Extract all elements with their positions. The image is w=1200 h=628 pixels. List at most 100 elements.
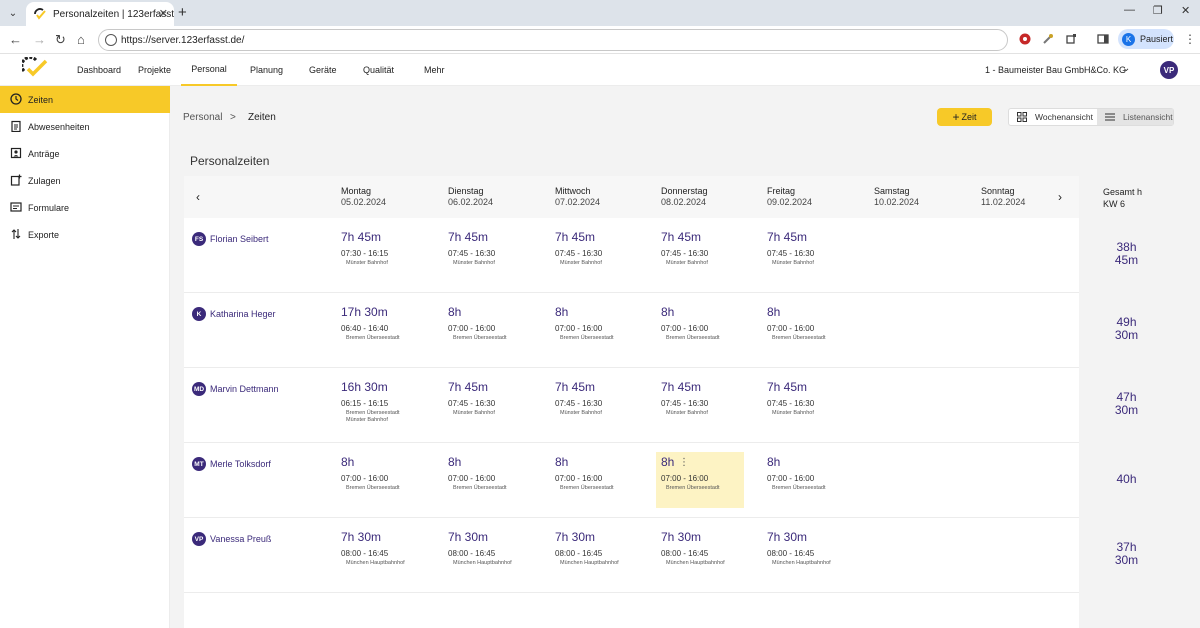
forward-icon[interactable]: → bbox=[33, 32, 46, 47]
restore-icon[interactable]: ❐ bbox=[1153, 4, 1163, 17]
entry-location-line: Münster Bahnhof bbox=[453, 260, 495, 266]
entry-time-range: 07:00 - 16:00 bbox=[341, 474, 389, 483]
entry-location-line: Münster Bahnhof bbox=[346, 260, 388, 266]
sidebar-item-antraege[interactable]: Anträge bbox=[0, 140, 170, 167]
nav-planung[interactable]: Planung bbox=[250, 54, 283, 86]
time-entry-cell[interactable]: 17h 30m 06:40 - 16:40 Bremen Überseestadt bbox=[336, 293, 424, 368]
entry-location: Münster Bahnhof bbox=[453, 410, 495, 417]
breadcrumb-personal[interactable]: Personal bbox=[183, 112, 222, 123]
close-window-icon[interactable]: ✕ bbox=[1181, 4, 1190, 17]
entry-location-line: Bremen Überseestadt bbox=[666, 335, 720, 341]
next-week-icon[interactable]: › bbox=[1058, 190, 1062, 204]
time-entry-cell[interactable]: 7h 45m 07:45 - 16:30 Münster Bahnhof bbox=[550, 218, 638, 293]
time-entry-cell[interactable]: 16h 30m 06:15 - 16:15 Bremen Überseestadt M… bbox=[336, 368, 424, 443]
time-entry-cell[interactable]: 7h 30m 08:00 - 16:45 München Hauptbahnhof bbox=[443, 518, 531, 593]
time-entry-cell[interactable]: 7h 45m 07:45 - 16:30 Münster Bahnhof bbox=[443, 218, 531, 293]
week-view-label: Wochenansicht bbox=[1035, 112, 1093, 122]
chevron-down-icon[interactable]: ⌄ bbox=[1122, 63, 1130, 74]
entry-location: Bremen Überseestadt bbox=[453, 485, 507, 492]
entry-location: München Hauptbahnhof bbox=[453, 560, 512, 567]
site-info-icon[interactable] bbox=[105, 34, 117, 46]
new-tab-icon[interactable]: + bbox=[178, 4, 187, 21]
sidebar-item-label: Exporte bbox=[28, 229, 60, 240]
time-entry-cell[interactable]: 8h 07:00 - 16:00 Bremen Überseestadt bbox=[762, 293, 850, 368]
nav-geraete[interactable]: Geräte bbox=[309, 54, 337, 86]
side-panel-icon[interactable] bbox=[1097, 33, 1109, 45]
sidebar-item-abwesenheiten[interactable]: Abwesenheiten bbox=[0, 113, 170, 140]
total-minutes: 45m bbox=[1114, 253, 1139, 267]
entry-location-line: Bremen Überseestadt bbox=[453, 485, 507, 491]
entry-hours: 8h bbox=[341, 455, 355, 469]
employee-row: VP Vanessa Preuß 7h 30m 08:00 - 16:45 Münche… bbox=[184, 518, 1079, 593]
browser-tab[interactable]: Personalzeiten | 123erfasst ✕ bbox=[26, 2, 174, 26]
entry-location: Münster Bahnhof bbox=[346, 260, 388, 267]
time-entry-cell[interactable]: 7h 30m 08:00 - 16:45 München Hauptbahnhof bbox=[550, 518, 638, 593]
employee-name-link[interactable]: Florian Seibert bbox=[210, 234, 269, 244]
time-entry-cell[interactable]: 7h 45m 07:45 - 16:30 Münster Bahnhof bbox=[656, 218, 744, 293]
entry-location-line: Bremen Überseestadt bbox=[772, 335, 826, 341]
time-entry-cell[interactable]: 7h 45m 07:45 - 16:30 Münster Bahnhof bbox=[550, 368, 638, 443]
back-icon[interactable]: ← bbox=[9, 32, 22, 47]
employee-name-link[interactable]: Marvin Dettmann bbox=[210, 384, 279, 394]
time-entry-cell[interactable]: 7h 45m 07:45 - 16:30 Münster Bahnhof bbox=[762, 368, 850, 443]
minimize-icon[interactable]: — bbox=[1124, 4, 1135, 16]
nav-dashboard[interactable]: Dashboard bbox=[77, 54, 121, 86]
time-entry-cell[interactable]: 7h 30m 08:00 - 16:45 München Hauptbahnhof bbox=[336, 518, 424, 593]
time-entry-cell[interactable]: 8h 07:00 - 16:00 Bremen Überseestadt bbox=[443, 293, 531, 368]
time-entry-cell[interactable]: 8h 07:00 - 16:00 Bremen Überseestadt bbox=[336, 443, 424, 518]
reload-icon[interactable]: ↻ bbox=[55, 32, 66, 48]
sidebar-item-exporte[interactable]: Exporte bbox=[0, 221, 170, 248]
browser-menu-icon[interactable]: ⋮ bbox=[1184, 32, 1196, 46]
entry-time-range: 07:45 - 16:30 bbox=[767, 399, 815, 408]
time-entry-cell[interactable]: 7h 45m 07:45 - 16:30 Münster Bahnhof bbox=[656, 368, 744, 443]
add-time-label: Zeit bbox=[961, 112, 977, 122]
time-entry-cell[interactable]: 8h 07:00 - 16:00 Bremen Überseestadt bbox=[550, 293, 638, 368]
time-entry-cell[interactable]: 8h 07:00 - 16:00 Bremen Überseestadt bbox=[550, 443, 638, 518]
extensions-puzzle-icon[interactable] bbox=[1065, 33, 1077, 45]
app-logo-icon[interactable] bbox=[22, 57, 48, 77]
url-input[interactable]: https://server.123erfasst.de/ bbox=[98, 29, 1008, 51]
list-view-button[interactable]: Listenansicht bbox=[1097, 109, 1173, 125]
home-icon[interactable]: ⌂ bbox=[77, 32, 85, 47]
time-entry-cell[interactable]: 8h 07:00 - 16:00 Bremen Überseestadt bbox=[656, 293, 744, 368]
extension-red-icon[interactable] bbox=[1019, 33, 1031, 45]
time-entry-cell[interactable]: 8h ⋮ 07:00 - 16:00 Bremen Überseestadt bbox=[656, 452, 744, 508]
entry-time-range: 06:15 - 16:15 bbox=[341, 399, 389, 408]
time-entry-cell[interactable]: 7h 45m 07:45 - 16:30 Münster Bahnhof bbox=[443, 368, 531, 443]
entry-time-range: 08:00 - 16:45 bbox=[767, 549, 815, 558]
user-avatar[interactable]: VP bbox=[1160, 61, 1178, 79]
favicon-logo-icon bbox=[34, 8, 46, 20]
employee-name-link[interactable]: Katharina Heger bbox=[210, 309, 276, 319]
time-entry-cell[interactable]: 7h 30m 08:00 - 16:45 München Hauptbahnhof bbox=[762, 518, 850, 593]
entry-time-range: 07:00 - 16:00 bbox=[661, 324, 709, 333]
add-time-button[interactable]: + Zeit bbox=[937, 108, 992, 126]
time-entry-cell[interactable]: 8h 07:00 - 16:00 Bremen Überseestadt bbox=[443, 443, 531, 518]
time-entry-cell[interactable]: 8h 07:00 - 16:00 Bremen Überseestadt bbox=[762, 443, 850, 518]
sidebar-item-zulagen[interactable]: Zulagen bbox=[0, 167, 170, 194]
employee-name-link[interactable]: Vanessa Preuß bbox=[210, 534, 271, 544]
time-entry-cell[interactable]: 7h 45m 07:30 - 16:15 Münster Bahnhof bbox=[336, 218, 424, 293]
previous-week-icon[interactable]: ‹ bbox=[196, 190, 200, 204]
week-view-button[interactable]: Wochenansicht bbox=[1009, 109, 1097, 125]
total-minutes: 30m bbox=[1114, 403, 1139, 417]
sidebar-item-formulare[interactable]: Formulare bbox=[0, 194, 170, 221]
more-options-icon[interactable]: ⋮ bbox=[679, 457, 689, 468]
plus-icon: + bbox=[952, 110, 960, 124]
tab-list-chevron-icon[interactable]: ⌄ bbox=[4, 4, 22, 22]
company-selector[interactable]: 1 - Baumeister Bau GmbH&Co. KG bbox=[985, 65, 1126, 75]
employee-name-link[interactable]: Merle Tolksdorf bbox=[210, 459, 271, 469]
browser-toolbar: ← → ↻ ⌂ https://server.123erfasst.de/ K … bbox=[0, 26, 1200, 54]
time-entry-cell[interactable]: 7h 30m 08:00 - 16:45 München Hauptbahnhof bbox=[656, 518, 744, 593]
extension-tool-icon[interactable] bbox=[1042, 33, 1054, 45]
nav-qualitaet[interactable]: Qualität bbox=[363, 54, 394, 86]
time-entry-cell[interactable]: 7h 45m 07:45 - 16:30 Münster Bahnhof bbox=[762, 218, 850, 293]
close-tab-icon[interactable]: ✕ bbox=[159, 7, 168, 20]
profile-button[interactable]: K Pausiert bbox=[1118, 29, 1174, 49]
breadcrumb-current: Zeiten bbox=[248, 112, 276, 123]
nav-personal[interactable]: Personal bbox=[181, 54, 237, 86]
entry-time-range: 07:00 - 16:00 bbox=[448, 324, 496, 333]
sidebar-item-zeiten[interactable]: Zeiten bbox=[0, 86, 170, 113]
entry-hours: 7h 30m bbox=[767, 530, 808, 544]
nav-projekte[interactable]: Projekte bbox=[138, 54, 171, 86]
nav-mehr[interactable]: Mehr bbox=[424, 54, 445, 86]
